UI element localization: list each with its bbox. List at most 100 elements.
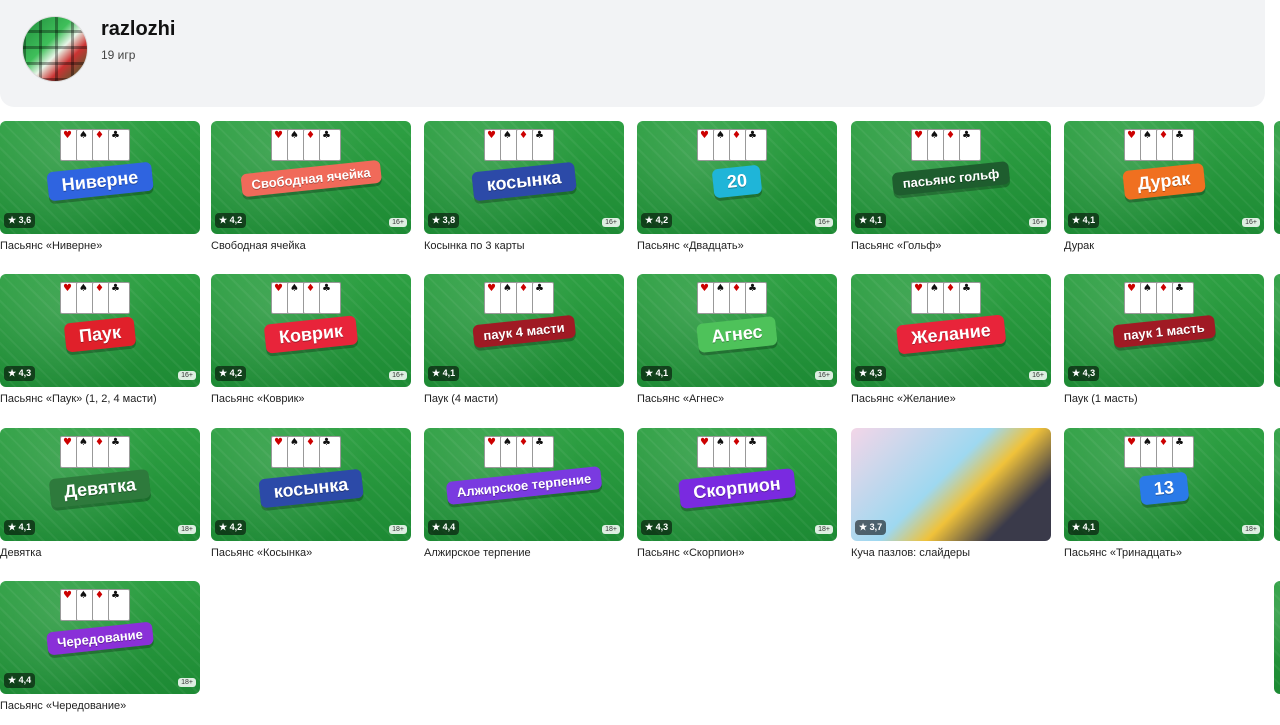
games-count: 19 игр bbox=[101, 48, 136, 62]
game-card[interactable]: ♥ ♠ ♦ ♣ Чередование ★ 4,4 18+ Пасьянс «Чередова… bbox=[0, 581, 200, 716]
game-thumbnail[interactable]: ♥ ♠ ♦ ♣ Желание ★ 4,3 16+ bbox=[851, 274, 1051, 387]
game-title[interactable]: Косынка по 3 карты bbox=[424, 240, 624, 252]
game-thumbnail[interactable]: ♥ ♠ ♦ ♣ Паук ★ 4,3 16+ bbox=[0, 274, 200, 387]
rating-badge: ★ 4,2 bbox=[641, 213, 673, 228]
game-card[interactable]: ♥ ♠ ♦ ♣ Дурак ★ 4,1 16+ Дурак bbox=[1064, 121, 1264, 256]
game-title[interactable]: Пасьянс «Гольф» bbox=[851, 240, 1051, 252]
rating-badge: ★ 4,3 bbox=[641, 520, 673, 535]
playing-card-icon: ♣ bbox=[959, 129, 981, 161]
rating-badge: ★ 4,3 bbox=[1068, 366, 1100, 381]
game-thumbnail-partial[interactable] bbox=[1274, 581, 1280, 694]
game-card[interactable]: ♥ ♠ ♦ ♣ Ниверне ★ 3,6 Пасьянс «Ниверне» bbox=[0, 121, 200, 256]
game-title[interactable]: Пасьянс «Тринадцать» bbox=[1064, 547, 1264, 559]
game-thumbnail[interactable]: ♥ ♠ ♦ ♣ Ниверне ★ 3,6 bbox=[0, 121, 200, 234]
game-thumbnail[interactable]: ♥ ♠ ♦ ♣ Дурак ★ 4,1 16+ bbox=[1064, 121, 1264, 234]
game-title[interactable]: Дурак bbox=[1064, 240, 1264, 252]
playing-card-icon: ♣ bbox=[532, 129, 554, 161]
rating-badge: ★ 4,2 bbox=[215, 366, 247, 381]
age-rating-badge: 16+ bbox=[602, 218, 620, 227]
game-card[interactable]: ♥ ♠ ♦ ♣ Агнес ★ 4,1 16+ Пасьянс «Агнес» bbox=[637, 274, 837, 409]
game-thumbnail[interactable]: ♥ ♠ ♦ ♣ паук 1 масть ★ 4,3 bbox=[1064, 274, 1264, 387]
age-rating-badge: 18+ bbox=[178, 678, 196, 687]
playing-card-icon: ♣ bbox=[1172, 282, 1194, 314]
game-title[interactable]: Пасьянс «Двадцать» bbox=[637, 240, 837, 252]
game-title[interactable]: Паук (1 масть) bbox=[1064, 393, 1264, 405]
game-card[interactable]: ♥ ♠ ♦ ♣ 13 ★ 4,1 18+ Пасьянс «Тринадцать» bbox=[1064, 428, 1264, 563]
game-thumbnail[interactable]: ♥ ♠ ♦ ♣ паук 4 масти ★ 4,1 bbox=[424, 274, 624, 387]
game-card[interactable]: ♥ ♠ ♦ ♣ Алжирское терпение ★ 4,4 18+ Алжирское … bbox=[424, 428, 624, 563]
game-thumbnail-partial[interactable] bbox=[1274, 428, 1280, 541]
game-card[interactable]: ♥ ♠ ♦ ♣ Коврик ★ 4,2 16+ Пасьянс «Коврик» bbox=[211, 274, 411, 409]
game-title[interactable]: Пасьянс «Коврик» bbox=[211, 393, 411, 405]
game-card-partial[interactable] bbox=[1274, 428, 1280, 563]
game-card[interactable]: ♥ ♠ ♦ ♣ Свободная ячейка ★ 4,2 16+ Свободная яч… bbox=[211, 121, 411, 256]
game-thumbnail[interactable]: ♥ ♠ ♦ ♣ Алжирское терпение ★ 4,4 18+ bbox=[424, 428, 624, 541]
game-card[interactable]: ★ 3,7 Куча пазлов: слайдеры bbox=[851, 428, 1051, 563]
age-rating-badge: 18+ bbox=[1242, 525, 1260, 534]
playing-card-icon: ♣ bbox=[1172, 129, 1194, 161]
game-thumbnail[interactable]: ★ 3,7 bbox=[851, 428, 1051, 541]
game-title[interactable]: Пасьянс «Чередование» bbox=[0, 700, 200, 712]
game-thumbnail[interactable]: ♥ ♠ ♦ ♣ Коврик ★ 4,2 16+ bbox=[211, 274, 411, 387]
game-card[interactable]: ♥ ♠ ♦ ♣ паук 1 масть ★ 4,3 Паук (1 масть) bbox=[1064, 274, 1264, 409]
game-thumbnail[interactable]: ♥ ♠ ♦ ♣ косынка ★ 3,8 16+ bbox=[424, 121, 624, 234]
playing-card-icon: ♣ bbox=[319, 436, 341, 468]
age-rating-badge: 16+ bbox=[389, 371, 407, 380]
developer-header: razlozhi 19 игр bbox=[0, 0, 1265, 107]
age-rating-badge: 16+ bbox=[1242, 218, 1260, 227]
age-rating-badge: 16+ bbox=[815, 218, 833, 227]
game-title[interactable]: Алжирское терпение bbox=[424, 547, 624, 559]
developer-avatar[interactable] bbox=[22, 16, 88, 82]
game-card[interactable]: ♥ ♠ ♦ ♣ косынка ★ 4,2 18+ Пасьянс «Косынка» bbox=[211, 428, 411, 563]
age-rating-badge: 16+ bbox=[815, 371, 833, 380]
playing-card-icon: ♣ bbox=[1172, 436, 1194, 468]
game-card[interactable]: ♥ ♠ ♦ ♣ 20 ★ 4,2 16+ Пасьянс «Двадцать» bbox=[637, 121, 837, 256]
game-title[interactable]: Пасьянс «Скорпион» bbox=[637, 547, 837, 559]
game-card[interactable]: ♥ ♠ ♦ ♣ Паук ★ 4,3 16+ Пасьянс «Паук» (1, 2, 4 … bbox=[0, 274, 200, 409]
rating-badge: ★ 3,8 bbox=[428, 213, 460, 228]
game-card[interactable]: ♥ ♠ ♦ ♣ Девятка ★ 4,1 18+ Девятка bbox=[0, 428, 200, 563]
game-thumbnail[interactable]: ♥ ♠ ♦ ♣ косынка ★ 4,2 18+ bbox=[211, 428, 411, 541]
game-card[interactable]: ♥ ♠ ♦ ♣ Скорпион ★ 4,3 18+ Пасьянс «Скорпион» bbox=[637, 428, 837, 563]
game-thumbnail[interactable]: ♥ ♠ ♦ ♣ Девятка ★ 4,1 18+ bbox=[0, 428, 200, 541]
game-thumbnail[interactable]: ♥ ♠ ♦ ♣ Свободная ячейка ★ 4,2 16+ bbox=[211, 121, 411, 234]
game-title[interactable]: Пасьянс «Паук» (1, 2, 4 масти) bbox=[0, 393, 200, 405]
game-card[interactable]: ♥ ♠ ♦ ♣ паук 4 масти ★ 4,1 Паук (4 масти) bbox=[424, 274, 624, 409]
rating-badge: ★ 4,1 bbox=[1068, 213, 1100, 228]
age-rating-badge: 16+ bbox=[389, 218, 407, 227]
playing-card-icon: ♣ bbox=[745, 282, 767, 314]
game-thumbnail[interactable]: ♥ ♠ ♦ ♣ Скорпион ★ 4,3 18+ bbox=[637, 428, 837, 541]
game-card-partial[interactable] bbox=[1274, 274, 1280, 409]
game-thumbnail[interactable]: ♥ ♠ ♦ ♣ 20 ★ 4,2 16+ bbox=[637, 121, 837, 234]
game-title[interactable]: Пасьянс «Агнес» bbox=[637, 393, 837, 405]
game-logo-banner: Паук bbox=[63, 316, 137, 353]
game-card[interactable]: ♥ ♠ ♦ ♣ пасьянс гольф ★ 4,1 16+ Пасьянс «Гольф» bbox=[851, 121, 1051, 256]
game-thumbnail[interactable]: ♥ ♠ ♦ ♣ Агнес ★ 4,1 16+ bbox=[637, 274, 837, 387]
game-thumbnail-partial[interactable] bbox=[1274, 274, 1280, 387]
playing-card-icon: ♣ bbox=[108, 129, 130, 161]
game-title[interactable]: Паук (4 масти) bbox=[424, 393, 624, 405]
game-title[interactable]: Пасьянс «Косынка» bbox=[211, 547, 411, 559]
playing-card-icon: ♣ bbox=[108, 436, 130, 468]
game-card-partial[interactable] bbox=[1274, 121, 1280, 256]
game-thumbnail[interactable]: ♥ ♠ ♦ ♣ Чередование ★ 4,4 18+ bbox=[0, 581, 200, 694]
rating-badge: ★ 4,4 bbox=[4, 673, 36, 688]
game-logo-banner: пасьянс гольф bbox=[891, 160, 1011, 197]
developer-name[interactable]: razlozhi bbox=[101, 18, 175, 41]
game-thumbnail-partial[interactable] bbox=[1274, 121, 1280, 234]
game-thumbnail[interactable]: ♥ ♠ ♦ ♣ 13 ★ 4,1 18+ bbox=[1064, 428, 1264, 541]
game-title[interactable]: Куча пазлов: слайдеры bbox=[851, 547, 1051, 559]
game-title[interactable]: Девятка bbox=[0, 547, 200, 559]
game-thumbnail[interactable]: ♥ ♠ ♦ ♣ пасьянс гольф ★ 4,1 16+ bbox=[851, 121, 1051, 234]
game-title[interactable]: Свободная ячейка bbox=[211, 240, 411, 252]
rating-badge: ★ 4,1 bbox=[855, 213, 887, 228]
game-card[interactable]: ♥ ♠ ♦ ♣ косынка ★ 3,8 16+ Косынка по 3 карты bbox=[424, 121, 624, 256]
game-card[interactable]: ♥ ♠ ♦ ♣ Желание ★ 4,3 16+ Пасьянс «Желание» bbox=[851, 274, 1051, 409]
age-rating-badge: 18+ bbox=[178, 525, 196, 534]
game-card-partial[interactable] bbox=[1274, 581, 1280, 716]
age-rating-badge: 16+ bbox=[1029, 371, 1047, 380]
game-title[interactable]: Пасьянс «Желание» bbox=[851, 393, 1051, 405]
rating-badge: ★ 4,2 bbox=[215, 520, 247, 535]
game-title[interactable]: Пасьянс «Ниверне» bbox=[0, 240, 200, 252]
game-logo-banner: 13 bbox=[1138, 471, 1190, 506]
